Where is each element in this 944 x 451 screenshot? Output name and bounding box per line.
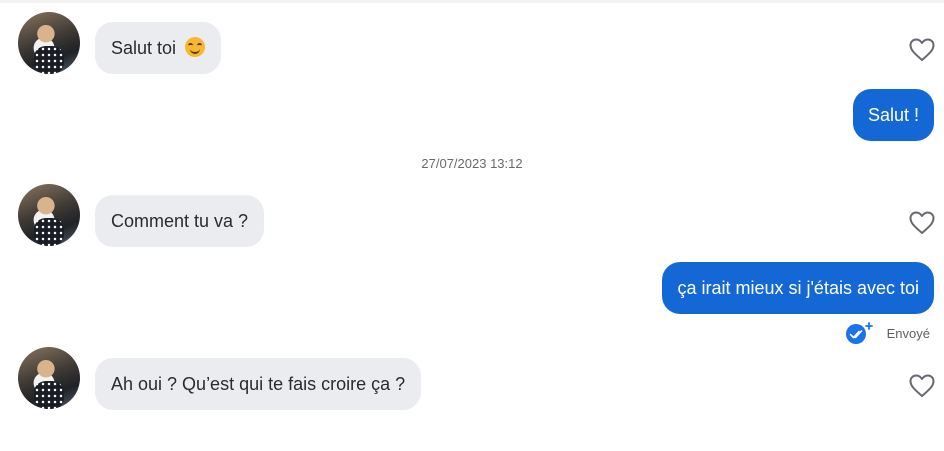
double-check-icon <box>845 322 873 344</box>
message-text: Comment tu va ? <box>111 211 249 231</box>
outgoing-message[interactable]: ça irait mieux si j'étais avec toi <box>662 262 934 314</box>
outgoing-message[interactable]: Salut ! <box>852 89 934 141</box>
message-text: ça irait mieux si j'étais avec toi <box>677 278 919 298</box>
avatar[interactable] <box>18 12 80 74</box>
timestamp-divider: 27/07/2023 13:12 <box>421 156 523 171</box>
message-text: Ah oui ? Qu’est qui te fais croire ça ? <box>111 374 406 394</box>
avatar[interactable] <box>18 347 80 409</box>
heart-outline-icon[interactable] <box>909 211 935 235</box>
smiling-face-emoji-icon <box>185 37 206 57</box>
incoming-message[interactable]: Comment tu va ? <box>95 195 265 247</box>
status-label: Envoyé <box>886 325 930 341</box>
message-text: Salut ! <box>867 105 919 125</box>
incoming-message[interactable]: Salut toi <box>95 22 222 74</box>
heart-outline-icon[interactable] <box>909 374 935 398</box>
top-divider <box>0 0 944 3</box>
message-status: Envoyé <box>845 321 930 345</box>
message-text: Salut toi <box>111 38 177 58</box>
incoming-message[interactable]: Ah oui ? Qu’est qui te fais croire ça ? <box>95 358 422 410</box>
avatar[interactable] <box>18 184 80 246</box>
heart-outline-icon[interactable] <box>909 38 935 62</box>
